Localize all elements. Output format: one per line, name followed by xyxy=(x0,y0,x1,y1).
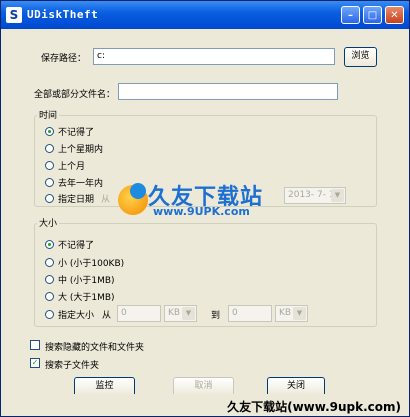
window-title: UDiskTheft xyxy=(27,8,99,21)
size-option-label: 指定大小 xyxy=(58,311,95,321)
time-radio-last-month[interactable] xyxy=(45,161,54,170)
time-radio-unknown[interactable] xyxy=(45,127,54,136)
size-option-label: 不记得了 xyxy=(58,241,95,251)
filename-label: 全部或部分文件名： xyxy=(34,90,116,100)
search-subfolders-checkbox[interactable]: ✓ xyxy=(30,358,40,368)
minimize-icon: – xyxy=(348,10,353,21)
main-window: S UDiskTheft – □ ✕ 保存路径： c: 浏览 全部或部分文件名：… xyxy=(0,0,410,417)
save-path-input[interactable]: c: xyxy=(93,48,335,65)
size-to-unit: KB xyxy=(279,308,292,318)
app-icon: S xyxy=(6,7,22,23)
size-from-label: 从 xyxy=(102,311,112,321)
filename-input[interactable] xyxy=(118,83,338,100)
footer-watermark-text: 久友下载站(www.9upk.com) xyxy=(227,400,401,414)
size-radio-medium[interactable] xyxy=(45,275,54,284)
size-from-unit-select[interactable]: KB ▼ xyxy=(164,305,197,322)
watermark-url: www.9UPK.com xyxy=(153,205,250,218)
search-subfolders-label: 搜索子文件夹 xyxy=(45,361,100,371)
time-radio-last-week[interactable] xyxy=(45,144,54,153)
maximize-button[interactable]: □ xyxy=(363,6,382,24)
minimize-button[interactable]: – xyxy=(341,6,360,24)
size-radio-large[interactable] xyxy=(45,292,54,301)
size-radio-unknown[interactable] xyxy=(45,240,54,249)
chevron-down-icon: ▼ xyxy=(182,307,195,320)
checkmark-icon: ✓ xyxy=(31,358,39,367)
time-option-label: 指定日期 xyxy=(58,195,95,205)
time-option-label: 上个星期内 xyxy=(58,145,104,155)
time-option-label: 上个月 xyxy=(58,162,86,172)
time-radio-last-year[interactable] xyxy=(45,178,54,187)
time-option-label: 去年一年内 xyxy=(58,179,104,189)
size-radio-specific[interactable] xyxy=(45,310,54,319)
date-to-picker[interactable]: 2013- 7- 1 ▼ xyxy=(284,187,346,204)
size-from-input[interactable]: 0 xyxy=(117,305,161,322)
browse-button[interactable]: 浏览 xyxy=(344,47,377,67)
chevron-down-icon: ▼ xyxy=(331,189,344,202)
time-group-title: 时间 xyxy=(37,108,60,121)
size-group-title: 大小 xyxy=(37,216,60,229)
date-from-label: 从 xyxy=(101,195,111,205)
time-option-label: 不记得了 xyxy=(58,128,95,138)
size-to-label: 到 xyxy=(211,311,221,321)
save-path-label: 保存路径： xyxy=(41,54,87,64)
date-to-value: 2013- 7- 1 xyxy=(288,190,335,200)
size-from-unit: KB xyxy=(168,308,181,318)
close-window-button[interactable]: ✕ xyxy=(385,6,404,24)
watermark-logo-dot xyxy=(130,183,146,199)
size-to-unit-select[interactable]: KB ▼ xyxy=(275,305,308,322)
chevron-down-icon: ▼ xyxy=(293,307,306,320)
time-radio-specific-date[interactable] xyxy=(45,194,54,203)
maximize-icon: □ xyxy=(367,10,378,21)
size-option-label: 中 (小于1MB) xyxy=(58,276,115,286)
title-bar[interactable]: S UDiskTheft – □ ✕ xyxy=(1,1,409,29)
search-hidden-label: 搜索隐藏的文件和文件夹 xyxy=(45,343,145,353)
size-radio-small[interactable] xyxy=(45,258,54,267)
footer-watermark: 久友下载站(www.9upk.com) xyxy=(1,394,409,416)
size-option-label: 大 (大于1MB) xyxy=(58,293,115,303)
size-to-input[interactable]: 0 xyxy=(228,305,272,322)
close-icon: ✕ xyxy=(390,10,399,21)
size-option-label: 小 (小于100KB) xyxy=(58,259,125,269)
search-hidden-checkbox[interactable] xyxy=(30,340,40,350)
